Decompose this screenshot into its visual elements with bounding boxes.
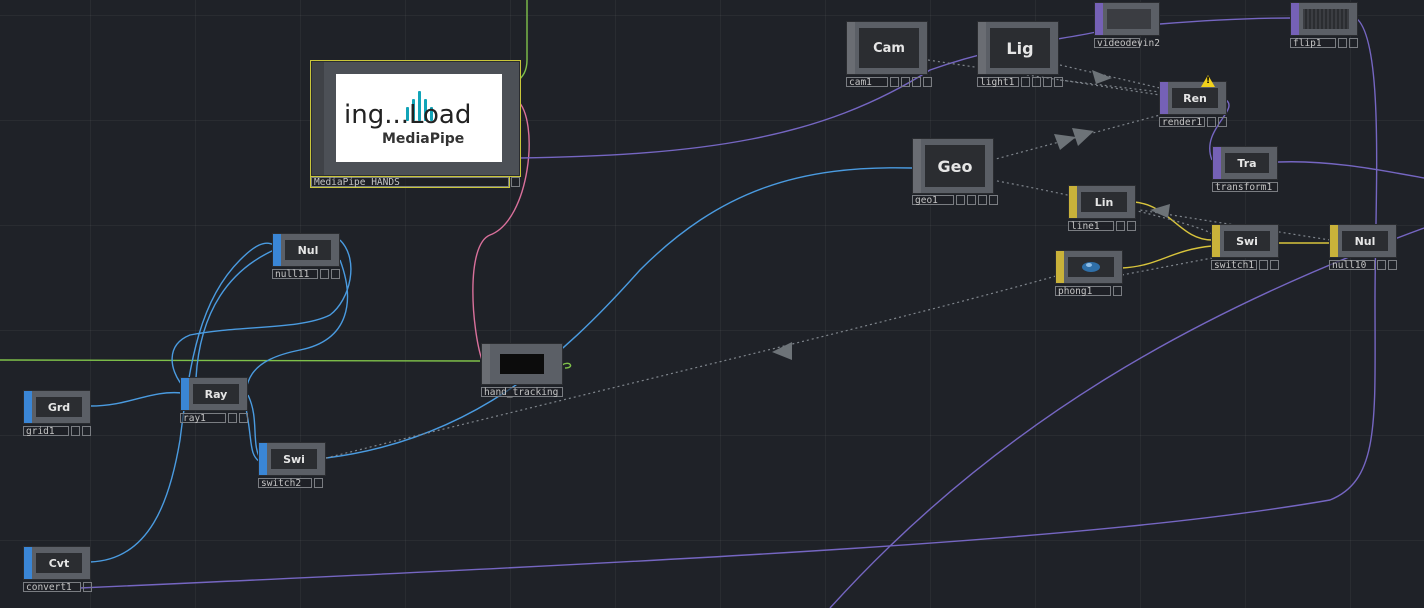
node-swi2-strip: [259, 443, 267, 475]
node-nul10-flags[interactable]: [1377, 260, 1397, 270]
node-videodevin-preview: [1107, 9, 1151, 29]
node-cam[interactable]: Cam: [846, 21, 928, 75]
node-swi1-strip: [1212, 225, 1220, 257]
node-hand-label[interactable]: hand_tracking: [481, 387, 563, 398]
node-tra-face: Tra: [1225, 153, 1269, 173]
node-phong[interactable]: [1055, 250, 1123, 284]
node-swi1-face: Swi: [1224, 231, 1270, 251]
node-lig[interactable]: Lig: [977, 21, 1059, 75]
node-videodevin-strip: [1095, 3, 1103, 35]
node-lig-strip: [978, 22, 986, 74]
node-nul11-label[interactable]: null11: [272, 269, 318, 280]
node-nul10-label[interactable]: null10: [1329, 260, 1375, 271]
node-nul11[interactable]: Nul: [272, 233, 340, 267]
node-ren-label[interactable]: render1: [1159, 117, 1205, 128]
node-phong-label[interactable]: phong1: [1055, 286, 1111, 297]
node-grd-strip: [24, 391, 32, 423]
node-flip-preview: [1303, 9, 1349, 29]
node-ren[interactable]: Ren: [1159, 81, 1227, 115]
node-grd[interactable]: Grd: [23, 390, 91, 424]
mediapipe-brand-text: MediaPipe: [382, 131, 465, 147]
node-mediapipe-strip: [312, 62, 324, 175]
node-nul10-strip: [1330, 225, 1338, 257]
node-swi1-label[interactable]: switch1: [1211, 260, 1257, 271]
node-geo-flags[interactable]: [956, 195, 998, 205]
node-geo-strip: [913, 139, 921, 193]
node-ren-face: Ren: [1172, 88, 1218, 108]
node-mediapipe-label[interactable]: MediaPipe_HANDS: [310, 176, 510, 188]
node-lin[interactable]: Lin: [1068, 185, 1136, 219]
node-flip-strip: [1291, 3, 1299, 35]
node-phong-preview: [1068, 257, 1114, 277]
node-tra-strip: [1213, 147, 1221, 179]
node-videodevin[interactable]: [1094, 2, 1160, 36]
node-videodevin-label[interactable]: videodevin2: [1094, 38, 1160, 49]
node-hand-strip: [482, 344, 490, 384]
node-swi1[interactable]: Swi: [1211, 224, 1279, 258]
node-ray-flags[interactable]: [228, 413, 248, 423]
node-nul10-face: Nul: [1342, 231, 1388, 251]
node-lin-flags[interactable]: [1116, 221, 1136, 231]
node-lin-label[interactable]: line1: [1068, 221, 1114, 232]
node-tra-label[interactable]: transform1: [1212, 182, 1278, 193]
node-lin-strip: [1069, 186, 1077, 218]
node-cvt[interactable]: Cvt: [23, 546, 91, 580]
node-cam-flags[interactable]: [890, 77, 932, 87]
node-ren-strip: [1160, 82, 1168, 114]
node-tra[interactable]: Tra: [1212, 146, 1278, 180]
node-lig-label[interactable]: light1: [977, 77, 1019, 88]
sphere-icon: [1082, 262, 1100, 272]
node-ray-face: Ray: [193, 384, 239, 404]
node-phong-strip: [1056, 251, 1064, 283]
node-grd-label[interactable]: grid1: [23, 426, 69, 437]
node-geo[interactable]: Geo: [912, 138, 994, 194]
node-ray[interactable]: Ray: [180, 377, 248, 411]
node-swi2-flags[interactable]: [314, 478, 323, 488]
node-cvt-label[interactable]: convert1: [23, 582, 81, 593]
node-cvt-strip: [24, 547, 32, 579]
warning-triangle-icon[interactable]: !: [1201, 75, 1215, 87]
node-ray-label[interactable]: ray1: [180, 413, 226, 424]
mediapipe-preview: ing...Load MediaPipe: [336, 74, 502, 162]
node-geo-label[interactable]: geo1: [912, 195, 954, 206]
node-grd-flags[interactable]: [71, 426, 91, 436]
node-flip[interactable]: [1290, 2, 1358, 36]
node-flip-flags[interactable]: [1338, 38, 1358, 48]
node-swi2[interactable]: Swi: [258, 442, 326, 476]
node-hand-preview: [500, 354, 544, 374]
node-cam-strip: [847, 22, 855, 74]
node-nul11-face: Nul: [285, 240, 331, 260]
mediapipe-loading-text: ing...Load: [344, 100, 472, 130]
node-lin-face: Lin: [1081, 192, 1127, 212]
node-nul11-strip: [273, 234, 281, 266]
node-flip-label[interactable]: flip1: [1290, 38, 1336, 49]
node-hand[interactable]: [481, 343, 563, 385]
node-swi2-face: Swi: [271, 449, 317, 469]
node-ren-flags[interactable]: [1207, 117, 1227, 127]
node-swi2-label[interactable]: switch2: [258, 478, 312, 489]
node-cvt-flags[interactable]: [83, 582, 92, 592]
node-grd-face: Grd: [36, 397, 82, 417]
node-ray-strip: [181, 378, 189, 410]
node-nul11-flags[interactable]: [320, 269, 340, 279]
node-lig-flags[interactable]: [1021, 77, 1063, 87]
node-lig-face: Lig: [990, 28, 1050, 68]
node-cam-face: Cam: [859, 28, 919, 68]
node-geo-face: Geo: [925, 145, 985, 187]
node-phong-flags[interactable]: [1113, 286, 1122, 296]
node-cvt-face: Cvt: [36, 553, 82, 573]
node-mediapipe-flags[interactable]: [511, 177, 520, 187]
node-nul10[interactable]: Nul: [1329, 224, 1397, 258]
node-swi1-flags[interactable]: [1259, 260, 1279, 270]
node-cam-label[interactable]: cam1: [846, 77, 888, 88]
